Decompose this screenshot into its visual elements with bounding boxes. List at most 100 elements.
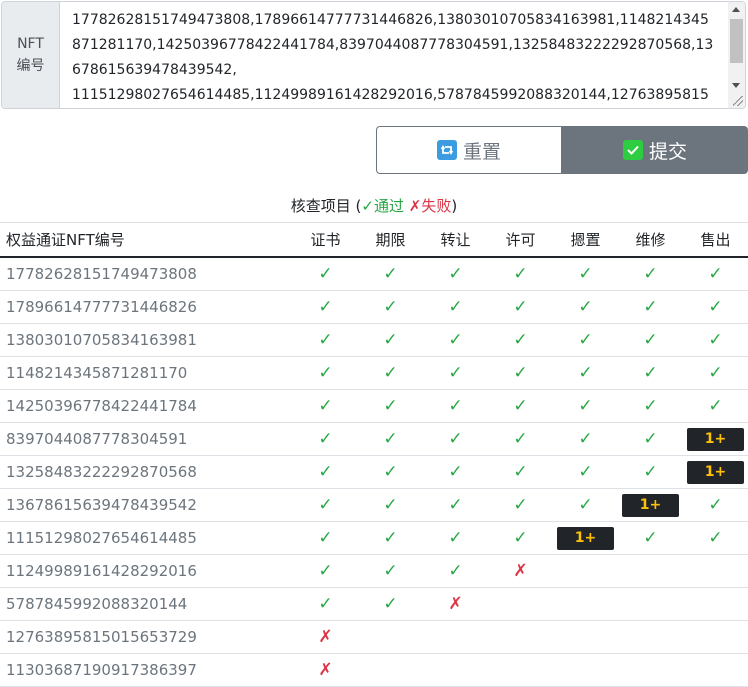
result-cell-transfer [423, 653, 488, 687]
result-cell-certificate: ✓ [293, 323, 358, 357]
textarea-scrollbar[interactable] [728, 2, 745, 108]
pass-check-icon: ✓ [318, 396, 333, 416]
column-header-sold: 售出 [683, 222, 748, 258]
pass-check-icon: ✓ [708, 264, 723, 284]
result-cell-certificate: ✓ [293, 587, 358, 621]
result-cell-transfer: ✓ [423, 554, 488, 588]
column-header-transfer: 转让 [423, 222, 488, 258]
result-cell-transfer: ✓ [423, 389, 488, 423]
result-cell-repair: ✓ [618, 290, 683, 324]
table-row: 17896614777731446826 ✓ ✓ ✓ ✓ ✓ ✓ ✓ [0, 290, 748, 324]
submit-button-label: 提交 [648, 140, 687, 163]
result-cell-repair: ✓ [618, 356, 683, 390]
pass-check-icon: ✓ [318, 594, 333, 614]
pass-check-icon: ✓ [578, 462, 593, 482]
pass-check-icon: ✓ [513, 330, 528, 350]
scroll-up-arrow-icon[interactable] [732, 7, 740, 12]
result-cell-shelve [553, 653, 618, 687]
result-cell-term: ✓ [358, 554, 423, 588]
table-row: 13678615639478439542 ✓ ✓ ✓ ✓ ✓ 1+ ✓ [0, 488, 748, 522]
resize-grip-icon[interactable] [733, 96, 743, 106]
result-cell-shelve: ✓ [553, 256, 618, 291]
result-cell-term: ✓ [358, 356, 423, 390]
table-row: 13258483222292870568 ✓ ✓ ✓ ✓ ✓ ✓ 1+ [0, 455, 748, 489]
result-cell-transfer: ✓ [423, 256, 488, 291]
table-row: 14250396778422441784 ✓ ✓ ✓ ✓ ✓ ✓ ✓ [0, 389, 748, 423]
count-badge[interactable]: 1+ [557, 526, 614, 550]
result-cell-transfer: ✓ [423, 356, 488, 390]
result-cell-shelve [553, 554, 618, 588]
result-cell-term: ✓ [358, 256, 423, 291]
result-cell-transfer: ✓ [423, 455, 488, 489]
result-cell-license: ✗ [488, 554, 553, 588]
pass-check-icon: ✓ [383, 462, 398, 482]
result-cell-sold: ✓ [683, 356, 748, 390]
submit-button[interactable]: 提交 [562, 126, 748, 174]
result-cell-license: ✓ [488, 455, 553, 489]
table-row: 12763895815015653729 ✗ [0, 620, 748, 654]
result-cell-certificate: ✓ [293, 389, 358, 423]
count-badge[interactable]: 1+ [622, 493, 679, 517]
result-cell-sold: 1+ [683, 422, 748, 456]
scroll-down-arrow-icon[interactable] [732, 83, 740, 88]
result-cell-certificate: ✗ [293, 620, 358, 654]
count-badge[interactable]: 1+ [687, 427, 744, 451]
nft-id-textarea[interactable]: 17782628151749473808,1789661477773144682… [60, 2, 745, 108]
pass-check-icon: ✓ [708, 363, 723, 383]
pass-check-icon: ✓ [643, 528, 658, 548]
result-cell-transfer: ✓ [423, 488, 488, 522]
pass-check-icon: ✓ [513, 264, 528, 284]
result-cell-license: ✓ [488, 356, 553, 390]
result-cell-shelve: ✓ [553, 488, 618, 522]
pass-check-icon: ✓ [318, 495, 333, 515]
result-cell-transfer: ✓ [423, 290, 488, 324]
fail-cross-icon: ✗ [448, 594, 463, 614]
reset-button-label: 重置 [462, 140, 501, 163]
pass-check-icon: ✓ [513, 396, 528, 416]
scrollbar-thumb[interactable] [730, 19, 743, 63]
column-header-term: 期限 [358, 222, 423, 258]
result-cell-sold: ✓ [683, 389, 748, 423]
pass-check-icon: ✓ [383, 528, 398, 548]
nft-id-cell: 11151298027654614485 [0, 521, 293, 555]
pass-check-icon: ✓ [318, 561, 333, 581]
result-cell-shelve: ✓ [553, 290, 618, 324]
result-cell-repair [618, 620, 683, 654]
check-title-prefix: 核查项目 ( [290, 197, 362, 215]
result-cell-term: ✓ [358, 389, 423, 423]
check-title-suffix: ) [451, 197, 458, 215]
result-cell-repair [618, 587, 683, 621]
pass-check-icon: ✓ [448, 297, 463, 317]
pass-check-icon: ✓ [318, 297, 333, 317]
pass-check-icon: ✓ [383, 297, 398, 317]
pass-check-icon: ✓ [578, 396, 593, 416]
pass-check-icon: ✓ [448, 330, 463, 350]
table-row: 8397044087778304591 ✓ ✓ ✓ ✓ ✓ ✓ 1+ [0, 422, 748, 456]
result-cell-certificate: ✓ [293, 488, 358, 522]
table-row: 11249989161428292016 ✓ ✓ ✓ ✗ [0, 554, 748, 588]
result-cell-certificate: ✓ [293, 422, 358, 456]
result-cell-sold [683, 653, 748, 687]
pass-check-icon: ✓ [448, 396, 463, 416]
refresh-icon [436, 140, 457, 160]
pass-check-icon: ✓ [383, 594, 398, 614]
result-cell-term [358, 653, 423, 687]
pass-check-icon: ✓ [578, 297, 593, 317]
nft-id-cell: 13258483222292870568 [0, 455, 293, 489]
pass-check-icon: ✓ [383, 264, 398, 284]
nft-id-input-group: NFT 编号 17782628151749473808,178966147777… [1, 1, 746, 109]
table-row: 13803010705834163981 ✓ ✓ ✓ ✓ ✓ ✓ ✓ [0, 323, 748, 357]
pass-check-icon: ✓ [643, 330, 658, 350]
result-cell-license: ✓ [488, 323, 553, 357]
checkmark-icon [622, 140, 643, 160]
result-cell-shelve: 1+ [553, 521, 618, 555]
nft-id-cell: 8397044087778304591 [0, 422, 293, 456]
column-header-nft-id: 权益通证NFT编号 [0, 222, 293, 258]
pass-check-icon: ✓ [383, 495, 398, 515]
count-badge[interactable]: 1+ [687, 460, 744, 484]
nft-id-cell: 14250396778422441784 [0, 389, 293, 423]
pass-check-icon: ✓ [448, 429, 463, 449]
reset-button[interactable]: 重置 [376, 126, 562, 174]
pass-check-icon: ✓ [643, 363, 658, 383]
pass-check-icon: ✓ [513, 462, 528, 482]
